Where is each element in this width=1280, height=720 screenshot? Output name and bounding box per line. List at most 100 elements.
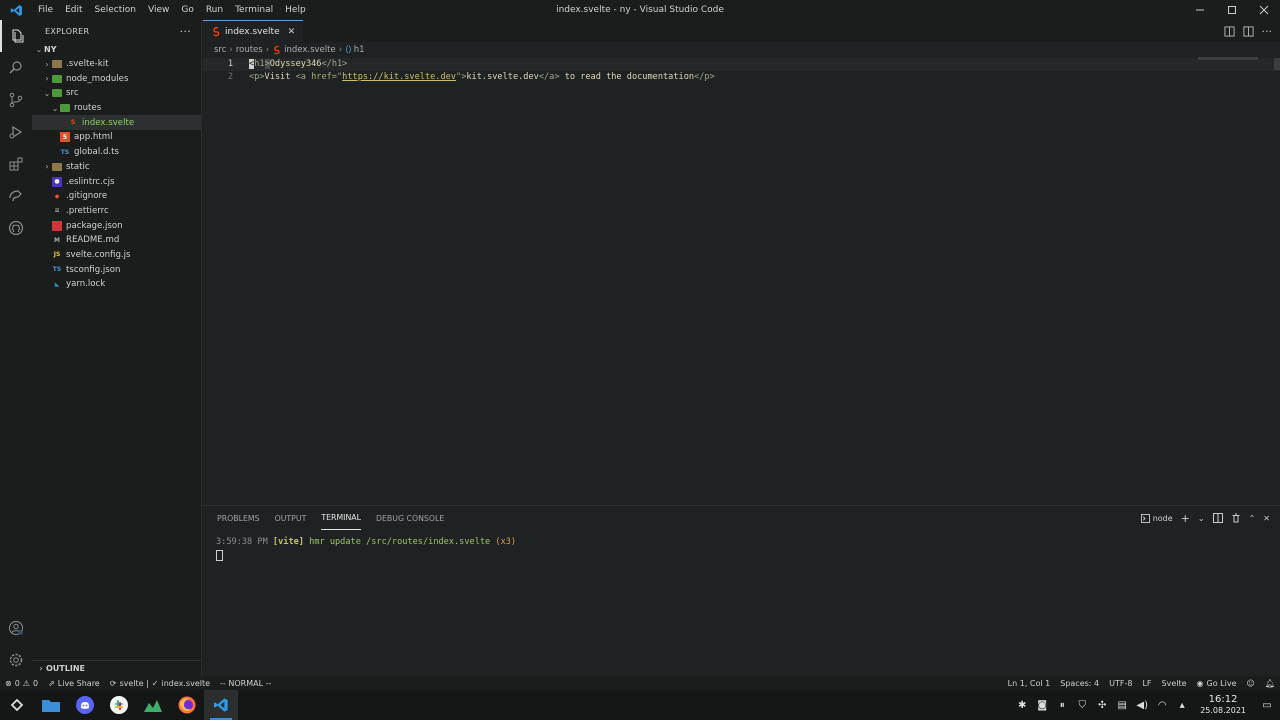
chevron-right-icon: ›	[45, 74, 49, 84]
close-panel-icon[interactable]: ✕	[1263, 514, 1270, 523]
search-button[interactable]	[0, 52, 32, 84]
launcher-icon[interactable]	[0, 690, 34, 720]
terminal-output[interactable]: 3:59:38 PM [vite] hmr update /src/routes…	[203, 530, 1280, 564]
problems-status[interactable]: ⊗ 0 ⚠ 0	[0, 679, 43, 688]
tree-item[interactable]: TS global.d.ts	[32, 145, 201, 160]
notifications-bell-icon[interactable]: 🔔︎	[1260, 679, 1280, 688]
breadcrumb-src[interactable]: src	[214, 45, 226, 55]
tree-item[interactable]: ⌄ src	[32, 86, 201, 101]
close-tab-icon[interactable]: ✕	[288, 27, 296, 37]
firefox-icon[interactable]	[170, 690, 204, 720]
tree-item[interactable]: M README.md	[32, 233, 201, 248]
tree-item[interactable]: package.json	[32, 218, 201, 233]
accounts-button[interactable]	[0, 612, 32, 644]
code-link[interactable]: https://kit.svelte.dev	[342, 72, 456, 82]
code-line[interactable]: 1 < h1 > Odyssey346 </h1>	[203, 58, 1280, 71]
yarn-icon: ◣	[54, 280, 60, 288]
tree-item[interactable]: › node_modules	[32, 71, 201, 86]
go-live-button[interactable]: ◉ Go Live	[1192, 679, 1242, 688]
breadcrumb-routes[interactable]: routes	[236, 45, 263, 55]
explorer-button[interactable]	[0, 20, 32, 52]
svelte-check-status[interactable]: ⟳ svelte | ✓ index.svelte	[105, 679, 215, 688]
tray-wifi-icon[interactable]: ◠	[1152, 690, 1172, 720]
tree-item[interactable]: › static	[32, 160, 201, 175]
code-editor[interactable]: 1 < h1 > Odyssey346 </h1> 2 <p> Visit <a href…	[203, 58, 1280, 84]
tree-item[interactable]: › .svelte-kit	[32, 57, 201, 72]
run-debug-button[interactable]	[0, 116, 32, 148]
tree-item[interactable]: 5 app.html	[32, 130, 201, 145]
tree-item[interactable]: TS tsconfig.json	[32, 262, 201, 277]
editor-scrollbar[interactable]	[1274, 58, 1280, 70]
source-control-button[interactable]	[0, 84, 32, 116]
encoding[interactable]: UTF-8	[1104, 679, 1137, 688]
show-desktop-icon[interactable]: ▭	[1254, 690, 1280, 720]
tree-item[interactable]: ● .eslintrc.cjs	[32, 174, 201, 189]
menu-view[interactable]: View	[142, 0, 175, 20]
tray-clipboard-icon[interactable]: ▤	[1112, 690, 1132, 720]
tree-root[interactable]: ⌄ NY	[32, 42, 201, 57]
extensions-button[interactable]	[0, 148, 32, 180]
remote-explorer-button[interactable]	[0, 180, 32, 212]
manage-button[interactable]	[0, 644, 32, 676]
tray-bug-icon[interactable]: ✱	[1012, 690, 1032, 720]
tray-slack-icon[interactable]: ✣	[1092, 690, 1112, 720]
discord-icon[interactable]	[68, 690, 102, 720]
language-mode[interactable]: Svelte	[1157, 679, 1192, 688]
split-editor-icon[interactable]	[1242, 25, 1254, 37]
terminal-select[interactable]: node	[1140, 513, 1173, 523]
vscode-icon[interactable]	[204, 690, 238, 720]
tree-item[interactable]: ≡ .prettierrc	[32, 204, 201, 219]
tree-item[interactable]: JS svelte.config.js	[32, 248, 201, 263]
minimap[interactable]	[1198, 57, 1258, 60]
tray-expand-icon[interactable]: ▴	[1172, 690, 1192, 720]
minimize-button[interactable]	[1184, 0, 1216, 20]
folder-green-icon	[60, 104, 70, 113]
tray-media-icon[interactable]: ⏸	[1052, 690, 1072, 720]
open-preview-icon[interactable]	[1223, 25, 1235, 37]
tab-output[interactable]: OUTPUT	[275, 506, 307, 530]
maximize-button[interactable]	[1216, 0, 1248, 20]
github-button[interactable]	[0, 212, 32, 244]
split-terminal-icon[interactable]	[1212, 513, 1223, 523]
indentation[interactable]: Spaces: 4	[1055, 679, 1104, 688]
clock[interactable]: 16:12 25.08.2021	[1192, 694, 1254, 716]
new-terminal-button[interactable]: +	[1181, 512, 1190, 525]
chevron-up-icon[interactable]: ⌃	[1249, 514, 1256, 523]
menu-go[interactable]: Go	[175, 0, 199, 20]
system-monitor-icon[interactable]	[136, 690, 170, 720]
chevron-down-icon[interactable]: ⌄	[1198, 514, 1205, 523]
breadcrumb-file[interactable]: index.svelte	[284, 45, 336, 55]
menu-help[interactable]: Help	[279, 0, 312, 20]
terminal-time: 3:59:38 PM	[216, 537, 273, 547]
tab-terminal[interactable]: TERMINAL	[321, 506, 361, 530]
cursor-position[interactable]: Ln 1, Col 1	[1003, 679, 1056, 688]
tray-shield-icon[interactable]: ⛉	[1072, 690, 1092, 720]
menu-file[interactable]: File	[32, 0, 59, 20]
more-actions-icon[interactable]: ···	[180, 25, 191, 38]
feedback-icon[interactable]: ☺	[1242, 679, 1260, 688]
tab-debug-console[interactable]: DEBUG CONSOLE	[376, 506, 444, 530]
remote-explorer-icon	[9, 190, 22, 202]
tab-problems[interactable]: PROBLEMS	[217, 506, 260, 530]
live-share-status[interactable]: ⇗ Live Share	[43, 679, 105, 688]
tray-volume-icon[interactable]: ◀︎)	[1132, 690, 1152, 720]
more-editor-actions-icon[interactable]: ···	[1262, 25, 1273, 38]
menu-selection[interactable]: Selection	[89, 0, 142, 20]
code-line[interactable]: 2 <p> Visit <a href= " https://kit.svelte.d…	[203, 71, 1280, 84]
breadcrumb-h1[interactable]: h1	[354, 45, 365, 55]
tree-item[interactable]: ◆ .gitignore	[32, 189, 201, 204]
tree-item[interactable]: ⌄ routes	[32, 101, 201, 116]
menu-terminal[interactable]: Terminal	[229, 0, 279, 20]
file-manager-icon[interactable]	[34, 690, 68, 720]
tree-item[interactable]: Sindex.svelte	[32, 115, 201, 131]
trash-icon[interactable]	[1231, 513, 1241, 523]
menu-edit[interactable]: Edit	[59, 0, 88, 20]
tab-index-svelte[interactable]: index.svelte ✕	[203, 20, 304, 42]
tray-discord-icon[interactable]: ◙	[1032, 690, 1052, 720]
menu-run[interactable]: Run	[200, 0, 229, 20]
tree-item[interactable]: ◣ yarn.lock	[32, 277, 201, 292]
close-window-button[interactable]	[1248, 0, 1280, 20]
outline-section[interactable]: › OUTLINE	[32, 660, 201, 676]
slack-icon[interactable]	[102, 690, 136, 720]
end-of-line[interactable]: LF	[1137, 679, 1156, 688]
